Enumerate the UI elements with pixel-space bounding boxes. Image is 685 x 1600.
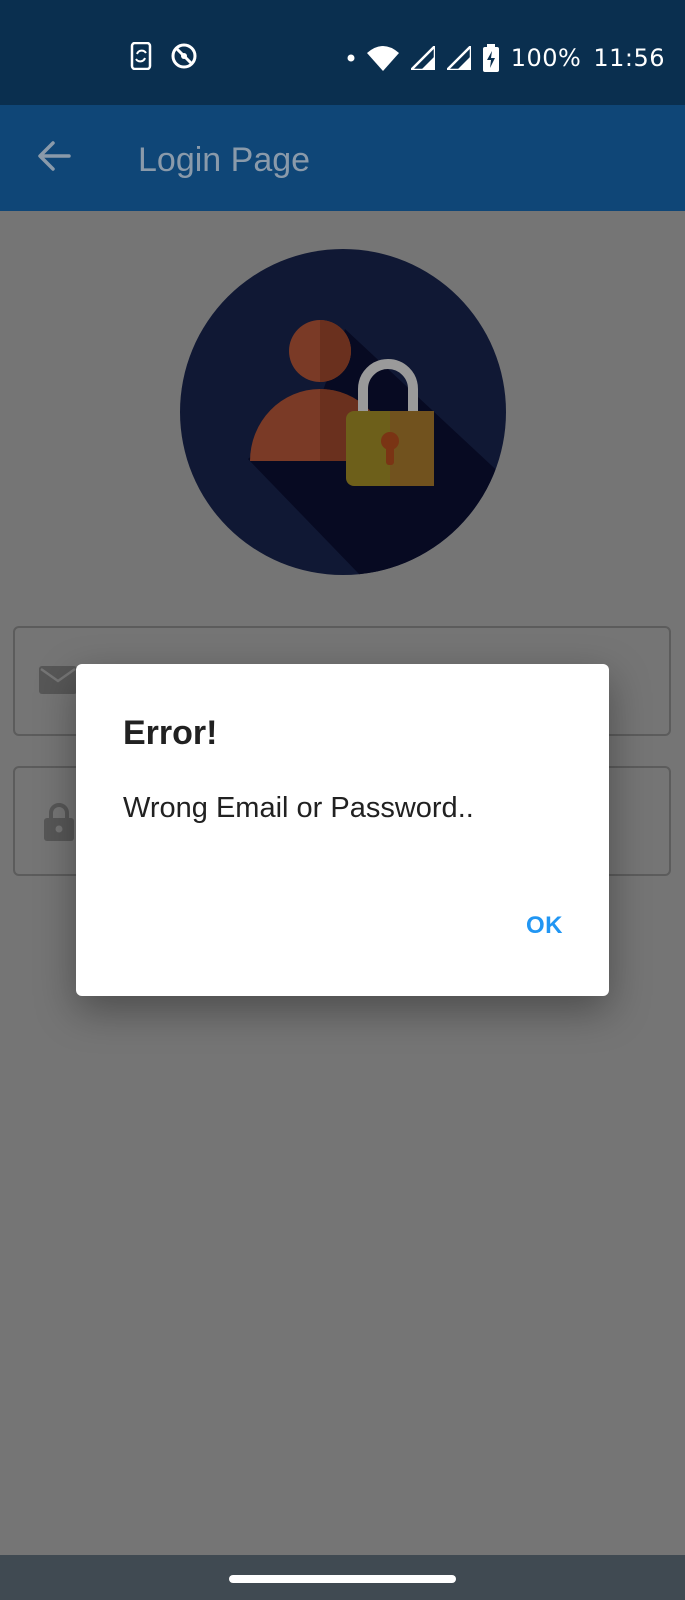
status-bar: 100% 11:56 — [0, 0, 685, 105]
navigation-bar — [0, 1555, 685, 1600]
dot-icon — [347, 54, 355, 62]
dialog-message: Wrong Email or Password.. — [123, 792, 474, 824]
lock-icon — [43, 802, 75, 847]
home-gesture-handle[interactable] — [229, 1575, 456, 1583]
arrow-back-icon — [37, 139, 71, 178]
error-dialog: Error! Wrong Email or Password.. OK — [76, 664, 609, 996]
ok-button[interactable]: OK — [520, 908, 569, 944]
signal-icon — [410, 46, 435, 70]
phone-sync-icon — [130, 42, 152, 70]
clock: 11:56 — [593, 44, 665, 72]
no-disturb-icon — [170, 42, 198, 70]
battery-percentage: 100% — [510, 44, 582, 72]
login-illustration — [180, 249, 506, 575]
dialog-title: Error! — [123, 714, 218, 752]
battery-charging-icon — [482, 44, 499, 72]
wifi-icon — [366, 45, 399, 71]
back-button[interactable] — [28, 132, 80, 184]
status-right-icons: 100% 11:56 — [347, 44, 665, 72]
status-left-icons — [130, 42, 198, 70]
signal-icon — [446, 46, 471, 70]
email-icon — [39, 664, 77, 701]
app-bar: Login Page — [0, 105, 685, 211]
page-title: Login Page — [138, 141, 311, 179]
